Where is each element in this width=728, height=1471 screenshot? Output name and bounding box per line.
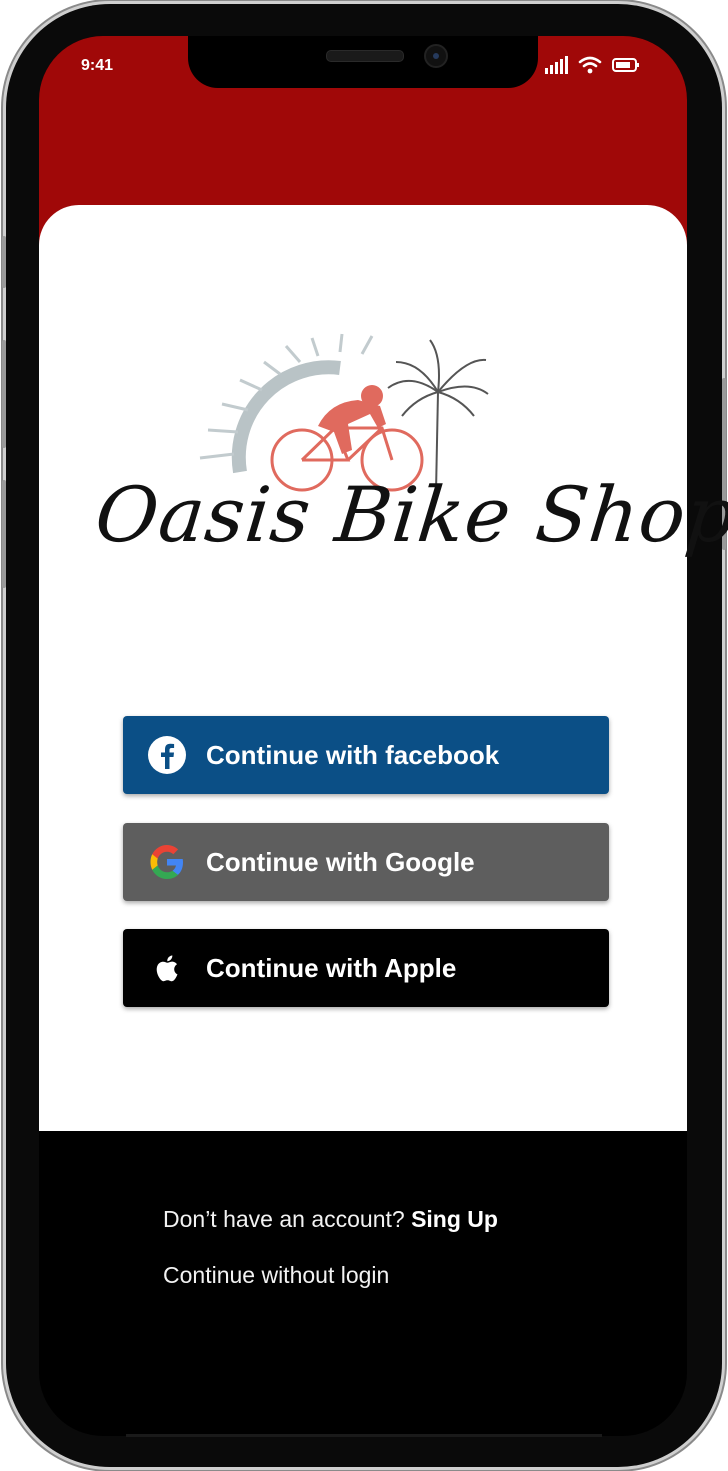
home-indicator-bar <box>126 1434 602 1437</box>
volume-down-button <box>2 480 6 588</box>
facebook-icon <box>148 736 186 774</box>
continue-with-google-button[interactable]: Continue with Google <box>123 823 609 901</box>
continue-with-apple-button[interactable]: Continue with Apple <box>123 929 609 1007</box>
google-icon <box>150 845 183 879</box>
brand-name: Oasis Bike Shop <box>91 470 728 559</box>
continue-with-facebook-button[interactable]: Continue with facebook <box>123 716 609 794</box>
continue-without-login-link[interactable]: Continue without login <box>163 1262 389 1289</box>
google-button-label: Continue with Google <box>206 847 475 877</box>
signup-prompt-text: Don’t have an account? <box>163 1206 405 1232</box>
apple-icon <box>156 955 178 982</box>
status-icons <box>544 56 640 74</box>
mute-switch <box>2 236 6 288</box>
wifi-icon <box>578 56 602 74</box>
signup-link[interactable]: Sing Up <box>411 1206 498 1232</box>
battery-icon <box>612 58 639 72</box>
volume-up-button <box>2 340 6 448</box>
notch <box>188 36 538 88</box>
front-camera <box>424 44 448 68</box>
signal-icon <box>545 56 568 74</box>
facebook-button-label: Continue with facebook <box>206 740 500 770</box>
apple-button-label: Continue with Apple <box>206 953 457 983</box>
speaker <box>326 50 404 62</box>
status-time: 9:41 <box>81 57 114 74</box>
signup-prompt-row: Don’t have an account? Sing Up <box>163 1206 498 1233</box>
